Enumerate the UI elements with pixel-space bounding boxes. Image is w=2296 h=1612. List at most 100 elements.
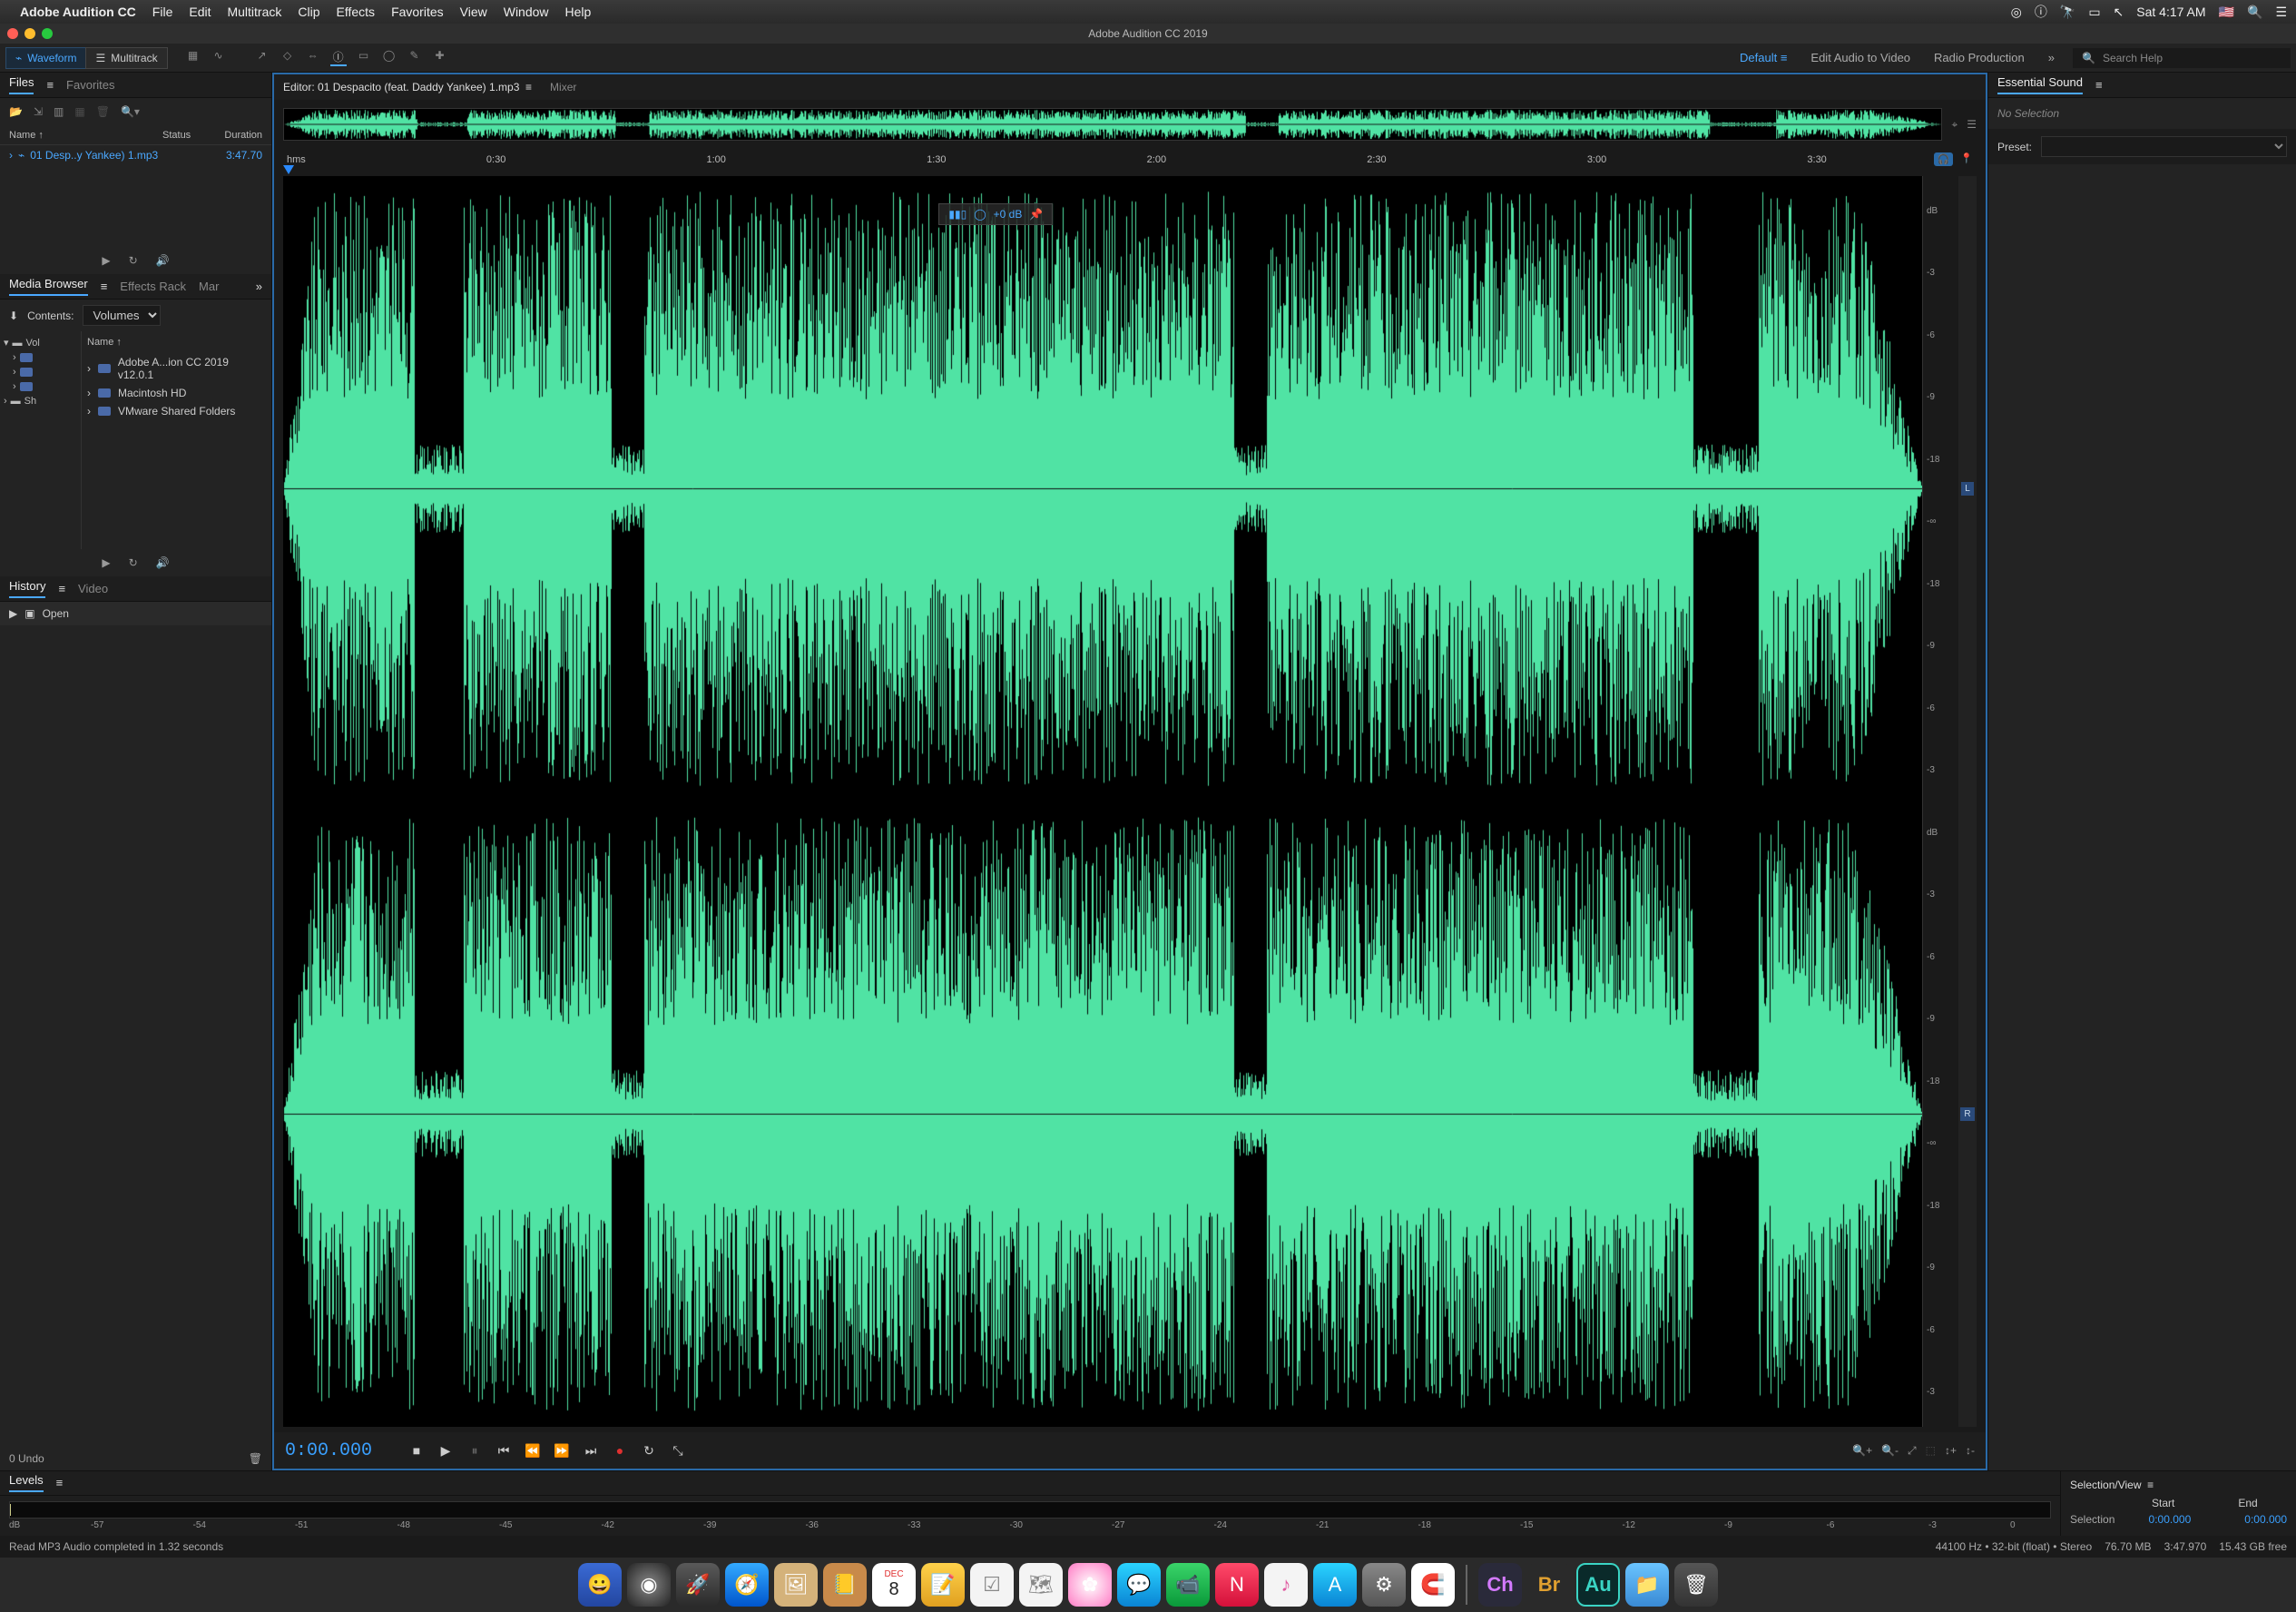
dock-bridge[interactable]: Br [1527,1563,1571,1607]
rewind-button[interactable]: ⏪ [523,1443,543,1459]
history-item-open[interactable]: ▶ ▣ Open [0,602,271,625]
import-icon[interactable]: ⬇ [9,310,18,322]
col-name[interactable]: Name ↑ [9,130,162,141]
tab-essential-sound[interactable]: Essential Sound [1997,75,2083,94]
list-item[interactable]: ›VMware Shared Folders [87,402,266,420]
razor-tool-icon[interactable]: ◇ [280,49,296,66]
dock-maps[interactable]: 🗺 [1019,1563,1063,1607]
media-list-header[interactable]: Name ↑ [87,335,266,353]
workspace-edit-av[interactable]: Edit Audio to Video [1810,51,1910,64]
dock-preview[interactable]: 🖼 [774,1563,818,1607]
pin-hud-icon[interactable]: 📌 [1029,208,1043,221]
dock-settings[interactable]: ⚙ [1362,1563,1406,1607]
expand-icon[interactable]: › [9,149,13,162]
lasso-tool-icon[interactable]: ◯ [381,49,397,66]
level-meter[interactable] [9,1501,2051,1519]
close-window-button[interactable] [7,28,18,39]
tab-levels[interactable]: Levels [9,1473,44,1492]
dock-itunes[interactable]: ♪ [1264,1563,1308,1607]
dock-launchpad[interactable]: 🚀 [676,1563,720,1607]
channel-right[interactable]: R [1960,1107,1974,1121]
workspace-default[interactable]: Default ≡ [1740,51,1787,64]
view-mode-icon[interactable]: ☰ [1967,118,1977,131]
dock-appstore[interactable]: A [1313,1563,1357,1607]
cc-status-icon[interactable]: ⓘ [2035,3,2047,21]
menu-favorites[interactable]: Favorites [391,5,444,19]
dock-news[interactable]: N [1215,1563,1259,1607]
play-preview-icon[interactable]: ▶ [102,556,110,569]
playhead-icon[interactable] [283,165,294,174]
pitch-display-icon[interactable]: ∿ [211,49,227,66]
menubar-clock[interactable]: Sat 4:17 AM [2136,5,2205,19]
spotlight-icon[interactable]: 🔍 [2247,5,2262,20]
autoplay-icon[interactable]: 🔊 [156,556,170,569]
dock-finder[interactable]: 😀 [578,1563,622,1607]
displays-icon[interactable]: ▭ [2088,5,2100,20]
pause-button[interactable]: ⏸ [465,1443,485,1459]
timecode-display[interactable]: 0:00.000 [285,1440,394,1461]
tab-markers[interactable]: Mar [199,280,219,293]
files-search-icon[interactable]: 🔍▾ [121,105,140,118]
stop-button[interactable]: ■ [407,1443,427,1458]
dock-contacts[interactable]: 📒 [823,1563,867,1607]
col-status[interactable]: Status [162,130,208,141]
panel-menu-icon[interactable]: ≡ [101,280,108,293]
menu-clip[interactable]: Clip [298,5,319,19]
dock-messages[interactable]: 💬 [1117,1563,1161,1607]
menu-file[interactable]: File [152,5,173,19]
autoplay-icon[interactable]: 🔊 [156,254,170,267]
selection-start[interactable]: 0:00.000 [2149,1513,2192,1526]
col-duration[interactable]: Duration [208,130,262,141]
slip-tool-icon[interactable]: ⇔ [305,49,321,66]
tab-history[interactable]: History [9,579,45,598]
contents-dropdown[interactable]: Volumes [83,305,161,326]
loop-preview-icon[interactable]: ↻ [129,556,138,569]
dock-downloads[interactable]: 📁 [1625,1563,1669,1607]
marquee-tool-icon[interactable]: ▭ [356,49,372,66]
overflow-icon[interactable]: » [256,280,262,293]
zoom-in-time-icon[interactable]: 🔍+ [1852,1444,1872,1458]
zoom-target-icon[interactable]: ⌖ [1951,118,1957,132]
tab-favorites[interactable]: Favorites [66,78,114,92]
flag-icon[interactable]: 🇺🇸 [2219,5,2234,20]
forward-button[interactable]: ⏩ [552,1443,572,1459]
zoom-window-button[interactable] [42,28,53,39]
dock-siri[interactable]: ◉ [627,1563,671,1607]
new-multitrack-icon[interactable]: ▥ [54,105,64,118]
dock-reminders[interactable]: ☑ [970,1563,1014,1607]
selection-end[interactable]: 0:00.000 [2244,1513,2287,1526]
delete-icon[interactable]: 🗑 [96,105,110,118]
pin-icon[interactable]: 📍 [1960,152,1973,166]
workspace-overflow-icon[interactable]: » [2048,51,2055,64]
time-selection-tool-icon[interactable]: Ⓘ [330,49,347,66]
cc-sync-icon[interactable]: ◎ [2011,5,2022,20]
zoom-selection-icon[interactable]: ⬚ [1926,1444,1936,1458]
waveform-mode-button[interactable]: ⌁ Waveform [5,47,86,69]
headphone-icon[interactable]: 🎧 [1934,152,1954,166]
loop-button[interactable]: ↻ [639,1443,659,1459]
list-item[interactable]: ›Macintosh HD [87,384,266,402]
panel-menu-icon[interactable]: ≡ [56,1476,64,1489]
time-ruler[interactable]: hms 0:30 1:00 1:30 2:00 2:30 3:00 3:30 🎧… [283,149,1977,176]
dock-photos[interactable]: ✿ [1068,1563,1112,1607]
dock-magnet[interactable]: 🧲 [1411,1563,1455,1607]
tab-effects-rack[interactable]: Effects Rack [120,280,186,293]
file-row[interactable]: ›⌁01 Desp..y Yankee) 1.mp3 3:47.70 [0,145,271,165]
gain-hud[interactable]: ▮▮▯ ◯ +0 dB 📌 [938,203,1053,225]
dock-safari[interactable]: 🧭 [725,1563,769,1607]
insert-icon[interactable]: ▦ [74,105,84,118]
zoom-in-amp-icon[interactable]: ↕+ [1945,1444,1957,1458]
menu-multitrack[interactable]: Multitrack [227,5,281,19]
tab-media-browser[interactable]: Media Browser [9,277,88,296]
play-button[interactable]: ▶ [436,1443,456,1459]
play-preview-icon[interactable]: ▶ [102,254,110,267]
binoculars-icon[interactable]: 🔭 [2060,5,2075,20]
menu-view[interactable]: View [460,5,487,19]
dock-facetime[interactable]: 📹 [1166,1563,1210,1607]
gain-knob-icon[interactable]: ◯ [974,208,986,221]
dock-audition[interactable]: Au [1576,1563,1620,1607]
menu-edit[interactable]: Edit [189,5,211,19]
minimize-window-button[interactable] [25,28,35,39]
tab-mixer[interactable]: Mixer [550,81,576,93]
channel-left[interactable]: L [1961,482,1974,496]
